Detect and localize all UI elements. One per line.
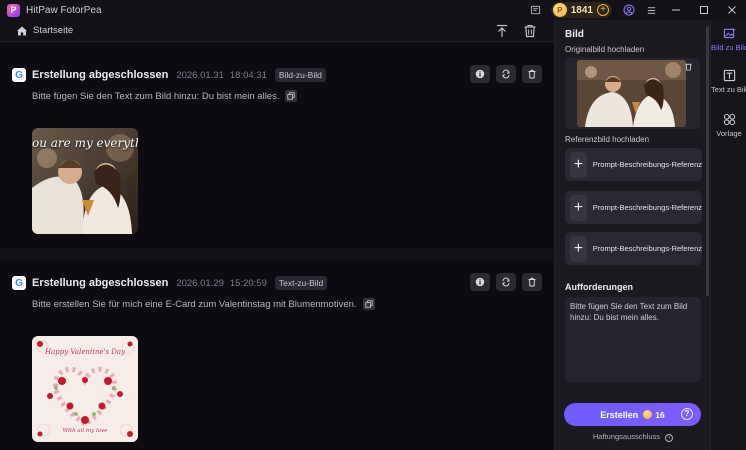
create-button[interactable]: Erstellen 16 ? — [564, 403, 701, 426]
prompt-label: Aufforderungen — [565, 282, 633, 292]
image-header-text: Happy Valentine's Day — [44, 348, 126, 356]
toolbar: Startseite — [0, 20, 554, 42]
card-prompt-text: Bitte erstellen Sie für mich eine E-Card… — [32, 298, 357, 310]
card-prompt: Bitte erstellen Sie für mich eine E-Card… — [32, 298, 375, 310]
tab-label: Bild zu Bild — [711, 43, 746, 52]
menu-icon[interactable] — [640, 0, 662, 20]
copy-icon[interactable] — [285, 90, 298, 102]
disclaimer-label: Haftungsausschluss — [592, 432, 661, 441]
info-button[interactable] — [470, 273, 490, 291]
reference-slot-3[interactable]: + Prompt-Beschreibungs-Referenz — [565, 232, 702, 265]
result-image[interactable]: Happy Valentine's Day With all my love — [32, 336, 138, 442]
card-title: Erstellung abgeschlossen — [32, 69, 169, 81]
minimize-icon[interactable] — [662, 0, 690, 20]
add-coins-icon[interactable]: + — [597, 4, 609, 16]
reference-slot-2[interactable]: + Prompt-Beschreibungs-Referenz — [565, 191, 702, 224]
create-button-label: Erstellen — [600, 409, 639, 420]
card-date: 2026.01.31 — [176, 69, 224, 81]
disclaimer-link[interactable]: Haftungsausschluss i — [555, 432, 711, 442]
card-actions — [470, 65, 542, 83]
regenerate-button[interactable] — [496, 65, 516, 83]
card-type-tag: Text-zu-Bild — [274, 276, 328, 290]
close-icon[interactable] — [718, 0, 746, 20]
reference-slot-label: Prompt-Beschreibungs-Referenz — [592, 244, 702, 253]
history-feed: G Erstellung abgeschlossen 2026.01.31 18… — [0, 43, 554, 450]
template-grid-icon — [722, 112, 736, 126]
remove-image-icon[interactable] — [684, 62, 694, 72]
card-separator — [0, 248, 554, 260]
prompt-textarea[interactable]: Bitte fügen Sie den Text zum Bild hinzu:… — [565, 297, 701, 382]
plus-icon: + — [570, 151, 587, 178]
original-image-preview — [577, 60, 686, 127]
copy-icon[interactable] — [362, 298, 375, 310]
regenerate-button[interactable] — [496, 273, 516, 291]
card-time: 15:20:59 — [229, 277, 267, 289]
card-prompt: Bitte fügen Sie den Text zum Bild hinzu:… — [32, 90, 298, 102]
help-icon[interactable]: ? — [681, 408, 693, 420]
reference-slot-label: Prompt-Beschreibungs-Referenz — [592, 160, 702, 169]
google-icon: G — [12, 276, 26, 290]
reference-slot-1[interactable]: + Prompt-Beschreibungs-Referenz — [565, 148, 702, 181]
reference-image-label: Referenzbild hochladen — [565, 135, 650, 144]
panel-scrollbar[interactable] — [706, 26, 709, 296]
user-avatar-icon[interactable] — [618, 0, 640, 20]
image-footer-text: With all my love — [62, 428, 108, 434]
text-image-icon — [722, 68, 736, 82]
create-cost: 16 — [655, 409, 665, 420]
result-image[interactable]: ou are my everythin — [32, 128, 138, 234]
original-image-label: Originalbild hochladen — [565, 45, 645, 54]
image-icon — [722, 26, 736, 40]
coin-count: 1841 — [570, 4, 593, 16]
google-icon: G — [12, 68, 26, 82]
plus-icon: + — [570, 194, 587, 221]
upload-icon[interactable] — [494, 23, 510, 39]
tab-label: Text zu Bild — [711, 85, 746, 94]
notes-icon[interactable] — [525, 0, 547, 20]
info-icon: i — [665, 434, 674, 442]
home-link[interactable]: Startseite — [33, 25, 73, 36]
coin-icon: P — [552, 3, 567, 17]
info-button[interactable] — [470, 65, 490, 83]
delete-button[interactable] — [522, 273, 542, 291]
card-time: 18:04:31 — [229, 69, 267, 81]
tab-image-to-image[interactable]: Bild zu Bild — [711, 26, 746, 52]
reference-slot-label: Prompt-Beschreibungs-Referenz — [592, 203, 702, 212]
card-prompt-text: Bitte fügen Sie den Text zum Bild hinzu:… — [32, 90, 280, 102]
card-header: G Erstellung abgeschlossen 2026.01.29 15… — [12, 275, 328, 291]
panel-title: Bild — [565, 29, 584, 40]
title-bar: P HitPaw FotorPea P 1841 + — [0, 0, 746, 20]
tab-text-to-image[interactable]: Text zu Bild — [711, 68, 746, 94]
card-header: G Erstellung abgeschlossen 2026.01.31 18… — [12, 67, 326, 83]
tab-template[interactable]: Vorlage — [711, 112, 746, 138]
settings-panel: Bild Originalbild hochladen Referenzbild… — [554, 20, 710, 450]
home-icon[interactable] — [16, 25, 28, 37]
maximize-icon[interactable] — [690, 0, 718, 20]
app-title: HitPaw FotorPea — [26, 4, 102, 16]
delete-button[interactable] — [522, 65, 542, 83]
mode-rail: Bild zu Bild Text zu Bild Vorlage — [710, 20, 746, 450]
card-actions — [470, 273, 542, 291]
app-logo-icon: P — [7, 3, 20, 17]
card-title: Erstellung abgeschlossen — [32, 277, 169, 289]
coin-balance[interactable]: P 1841 + — [550, 2, 612, 18]
image-overlay-text: ou are my everythin — [32, 136, 138, 150]
card-type-tag: Bild-zu-Bild — [274, 68, 326, 82]
coin-icon — [643, 410, 653, 419]
trash-icon[interactable] — [522, 23, 538, 39]
tab-label: Vorlage — [716, 129, 742, 138]
card-date: 2026.01.29 — [176, 277, 224, 289]
original-image-upload[interactable] — [565, 58, 700, 129]
plus-icon: + — [570, 235, 587, 262]
